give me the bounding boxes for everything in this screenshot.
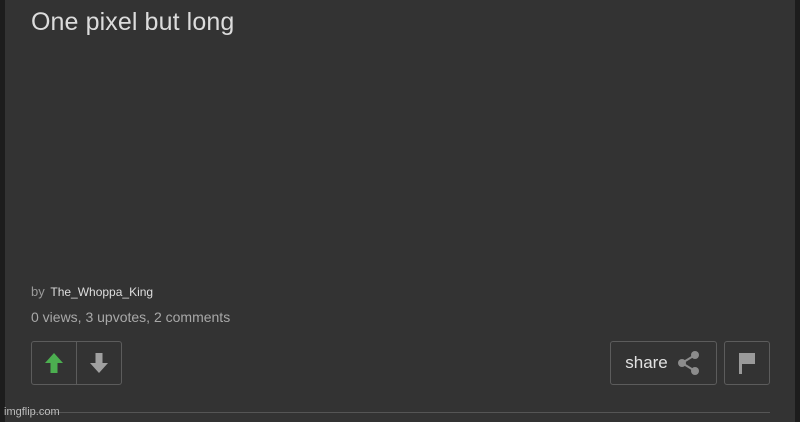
flag-icon <box>739 353 755 374</box>
author-link[interactable]: The_Whoppa_King <box>50 285 153 299</box>
page-frame: One pixel but long by The_Whoppa_King 0 … <box>0 0 800 422</box>
flag-button[interactable] <box>724 341 770 385</box>
share-button[interactable]: share <box>610 341 717 385</box>
imgflip-watermark: imgflip.com <box>4 406 60 418</box>
share-icon <box>677 351 699 375</box>
post-title: One pixel but long <box>31 8 235 36</box>
arrow-up-icon <box>45 353 63 373</box>
divider <box>31 412 770 413</box>
post-byline: by The_Whoppa_King <box>31 284 153 299</box>
by-label: by <box>31 284 45 299</box>
post-stats: 0 views, 3 upvotes, 2 comments <box>31 309 231 325</box>
arrow-down-icon <box>90 353 108 373</box>
downvote-button[interactable] <box>76 342 121 384</box>
upvote-button[interactable] <box>32 342 76 384</box>
share-label: share <box>625 353 668 372</box>
vote-group <box>31 341 122 385</box>
